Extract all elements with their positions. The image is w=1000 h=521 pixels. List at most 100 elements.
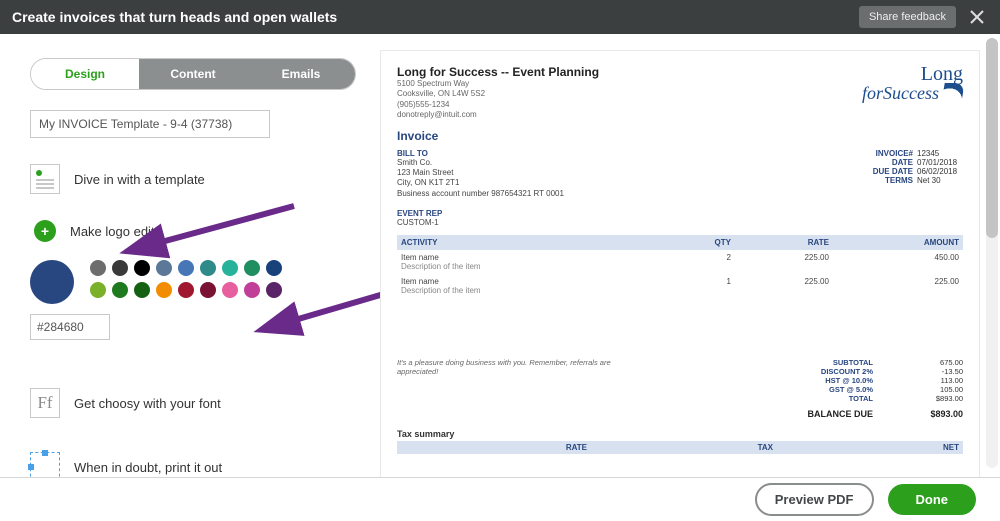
- company-addr1: 5100 Spectrum Way: [397, 79, 599, 89]
- totals-v: 675.00: [903, 358, 963, 367]
- color-swatch[interactable]: [178, 282, 194, 298]
- tax-summary-title: Tax summary: [397, 429, 963, 439]
- meta-v: 12345: [913, 149, 963, 158]
- col-amount: AMOUNT: [833, 235, 963, 250]
- balance-due-value: $893.00: [903, 403, 963, 419]
- preview-pdf-button[interactable]: Preview PDF: [755, 483, 874, 516]
- item-rate: 225.00: [735, 250, 833, 274]
- logo-text-top: Long: [921, 63, 963, 85]
- bill-street: 123 Main Street: [397, 168, 564, 178]
- totals-v: $893.00: [903, 394, 963, 403]
- meta-k: DUE DATE: [855, 167, 913, 176]
- selected-color-swatch[interactable]: [30, 260, 74, 304]
- company-addr2: Cooksville, ON L4W 5S2: [397, 89, 599, 99]
- footer-bar: Preview PDF Done: [0, 477, 1000, 521]
- tabs: Design Content Emails: [30, 58, 356, 90]
- totals-v: 113.00: [903, 376, 963, 385]
- color-swatch[interactable]: [222, 260, 238, 276]
- color-swatch[interactable]: [90, 260, 106, 276]
- done-button[interactable]: Done: [888, 484, 977, 515]
- section-template[interactable]: Dive in with a template: [30, 164, 344, 194]
- color-swatch[interactable]: [244, 260, 260, 276]
- table-row: Item nameDescription of the item 2225.004…: [397, 250, 963, 274]
- color-swatch[interactable]: [134, 282, 150, 298]
- item-desc: Description of the item: [401, 286, 657, 295]
- color-swatch[interactable]: [178, 260, 194, 276]
- eventrep-value: CUSTOM-1: [397, 218, 963, 227]
- tax-summary-header: RATE TAX NET: [397, 441, 963, 454]
- item-amount: 450.00: [833, 250, 963, 274]
- template-name-input[interactable]: [30, 110, 270, 138]
- item-desc: Description of the item: [401, 262, 657, 271]
- color-hex-input[interactable]: [30, 314, 110, 340]
- line-items-table: ACTIVITY QTY RATE AMOUNT Item nameDescri…: [397, 235, 963, 298]
- color-swatch[interactable]: [112, 260, 128, 276]
- color-swatch[interactable]: [134, 260, 150, 276]
- color-swatch[interactable]: [156, 260, 172, 276]
- document-title: Invoice: [397, 129, 963, 143]
- meta-v: 07/01/2018: [913, 158, 963, 167]
- annotation-arrow-1: [144, 200, 304, 259]
- color-grid: [90, 260, 282, 298]
- scrollbar-thumb[interactable]: [986, 38, 998, 238]
- balance-due-label: BALANCE DUE: [783, 403, 873, 419]
- color-swatch[interactable]: [222, 282, 238, 298]
- thank-you-note: It's a pleasure doing business with you.…: [397, 358, 637, 419]
- tab-content[interactable]: Content: [139, 59, 247, 89]
- page-title: Create invoices that turn heads and open…: [12, 9, 337, 25]
- meta-v: 06/02/2018: [913, 167, 963, 176]
- taxcol-tax: TAX: [587, 443, 773, 452]
- tab-emails[interactable]: Emails: [247, 59, 355, 89]
- title-bar: Create invoices that turn heads and open…: [0, 0, 1000, 34]
- color-swatch[interactable]: [200, 260, 216, 276]
- company-email: donotreply@intuit.com: [397, 110, 599, 120]
- section-template-label: Dive in with a template: [74, 172, 205, 187]
- totals-k: TOTAL: [783, 394, 873, 403]
- company-phone: (905)555-1234: [397, 100, 599, 110]
- tab-design[interactable]: Design: [31, 59, 139, 89]
- bill-name: Smith Co.: [397, 158, 564, 168]
- col-rate: RATE: [735, 235, 833, 250]
- totals-v: 105.00: [903, 385, 963, 394]
- close-icon[interactable]: [966, 6, 988, 28]
- template-icon: [30, 164, 60, 194]
- meta-k: INVOICE#: [855, 149, 913, 158]
- color-swatch[interactable]: [200, 282, 216, 298]
- share-feedback-button[interactable]: Share feedback: [859, 6, 956, 28]
- meta-k: DATE: [855, 158, 913, 167]
- item-qty: 2: [661, 250, 735, 274]
- invoice-preview: Long for Success -- Event Planning 5100 …: [380, 50, 980, 477]
- color-swatch[interactable]: [156, 282, 172, 298]
- item-amount: 225.00: [833, 274, 963, 298]
- color-swatch[interactable]: [266, 260, 282, 276]
- section-font[interactable]: Ff Get choosy with your font: [30, 388, 344, 418]
- item-name: Item name: [401, 277, 657, 286]
- col-activity: ACTIVITY: [397, 235, 661, 250]
- totals-k: DISCOUNT 2%: [783, 367, 873, 376]
- bill-city: City, ON K1T 2T1: [397, 178, 564, 188]
- meta-k: TERMS: [855, 176, 913, 185]
- design-panel: Design Content Emails Dive in with a tem…: [0, 34, 370, 477]
- invoice-meta: INVOICE#12345 DATE07/01/2018 DUE DATE06/…: [855, 149, 963, 200]
- color-swatch[interactable]: [90, 282, 106, 298]
- logo-text-for: for: [862, 83, 883, 103]
- totals: SUBTOTAL 675.00 DISCOUNT 2% -13.50 HST @ 1…: [783, 358, 963, 419]
- col-qty: QTY: [661, 235, 735, 250]
- font-icon: Ff: [30, 388, 60, 418]
- company-logo: Long forSuccess: [862, 65, 963, 121]
- plus-icon: +: [34, 220, 56, 242]
- billto-label: BILL TO: [397, 149, 564, 158]
- meta-v: Net 30: [913, 176, 963, 185]
- color-swatch[interactable]: [244, 282, 260, 298]
- item-name: Item name: [401, 253, 657, 262]
- section-font-label: Get choosy with your font: [74, 396, 221, 411]
- totals-k: SUBTOTAL: [783, 358, 873, 367]
- color-swatch[interactable]: [112, 282, 128, 298]
- totals-k: HST @ 10.0%: [783, 376, 873, 385]
- totals-v: -13.50: [903, 367, 963, 376]
- table-row: Item nameDescription of the item1225.002…: [397, 274, 963, 298]
- totals-k: GST @ 5.0%: [783, 385, 873, 394]
- company-name: Long for Success -- Event Planning: [397, 65, 599, 79]
- eventrep-label: EVENT REP: [397, 209, 963, 218]
- section-print-label: When in doubt, print it out: [74, 460, 222, 475]
